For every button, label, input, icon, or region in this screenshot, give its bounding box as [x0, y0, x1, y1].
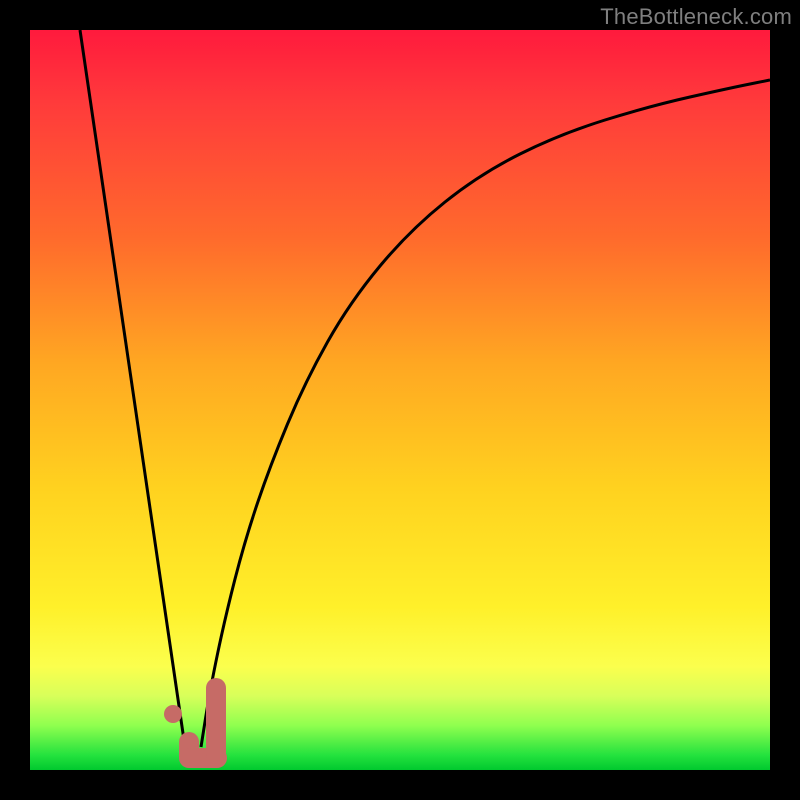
curve-left-branch: [80, 30, 185, 747]
chart-frame: TheBottleneck.com: [0, 0, 800, 800]
curve-right-branch: [201, 80, 770, 747]
watermark-text: TheBottleneck.com: [600, 4, 792, 30]
marker-dot: [164, 705, 182, 723]
curve-layer: [30, 30, 770, 770]
plot-area: [30, 30, 770, 770]
marker-stroke-right: [206, 678, 226, 764]
